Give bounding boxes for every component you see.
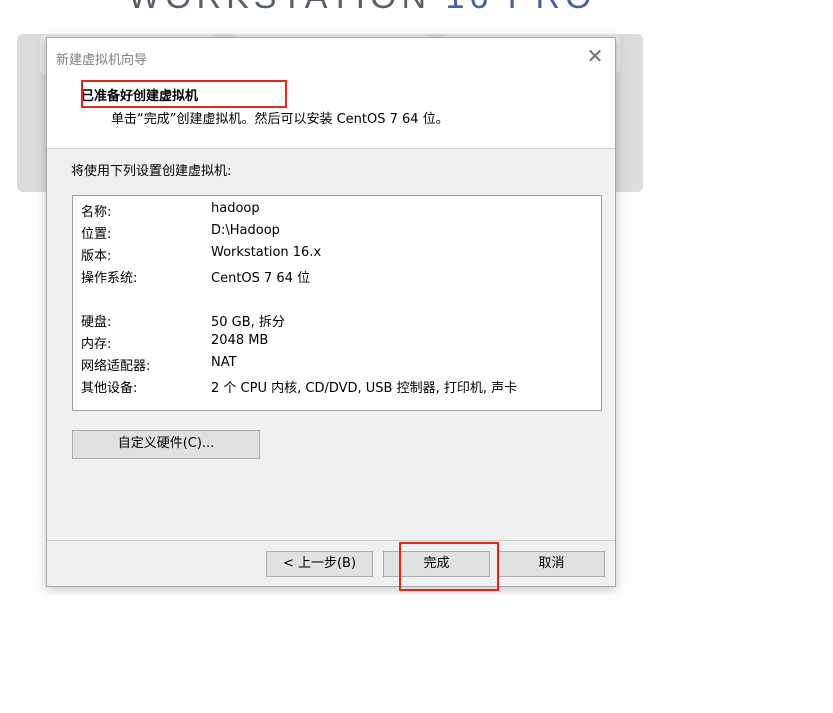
summary-key: 操作系统:	[81, 271, 138, 286]
summary-key: 版本:	[81, 249, 112, 264]
footer-divider	[47, 540, 615, 541]
summary-value: CentOS 7 64 位	[211, 271, 311, 286]
close-icon[interactable]: ✕	[584, 46, 606, 68]
new-vm-wizard-dialog: 新建虚拟机向导 ✕ 已准备好创建虚拟机 单击“完成”创建虚拟机。然后可以安装 C…	[46, 37, 616, 591]
settings-summary-box: 名称: hadoop 位置: D:\Hadoop 版本: Workstation…	[72, 195, 602, 411]
page-subheading: 单击“完成”创建虚拟机。然后可以安装 CentOS 7 64 位。	[111, 112, 449, 127]
summary-key: 硬盘:	[81, 315, 112, 330]
summary-key: 位置:	[81, 227, 112, 242]
summary-value: D:\Hadoop	[211, 223, 280, 238]
back-button[interactable]: < 上一步(B)	[266, 551, 373, 577]
cancel-button[interactable]: 取消	[498, 551, 605, 577]
workstation-logo: WORKSTATION 16 PRO	[128, 0, 596, 17]
summary-value: 2048 MB	[211, 333, 269, 348]
dialog-title: 新建虚拟机向导	[56, 53, 148, 68]
summary-value: 2 个 CPU 内核, CD/DVD, USB 控制器, 打印机, 声卡	[211, 381, 518, 396]
heading-highlight-box	[81, 80, 287, 108]
finish-highlight-box	[399, 542, 499, 591]
header-divider	[47, 148, 615, 149]
summary-value: 50 GB, 拆分	[211, 315, 285, 330]
summary-intro: 将使用下列设置创建虚拟机:	[71, 164, 232, 179]
customize-hardware-button[interactable]: 自定义硬件(C)...	[72, 430, 260, 459]
summary-value: hadoop	[211, 201, 260, 216]
summary-value: NAT	[211, 355, 237, 370]
summary-key: 内存:	[81, 337, 112, 352]
summary-key: 其他设备:	[81, 381, 138, 396]
summary-key: 名称:	[81, 205, 112, 220]
summary-key: 网络适配器:	[81, 359, 151, 374]
summary-value: Workstation 16.x	[211, 245, 322, 260]
